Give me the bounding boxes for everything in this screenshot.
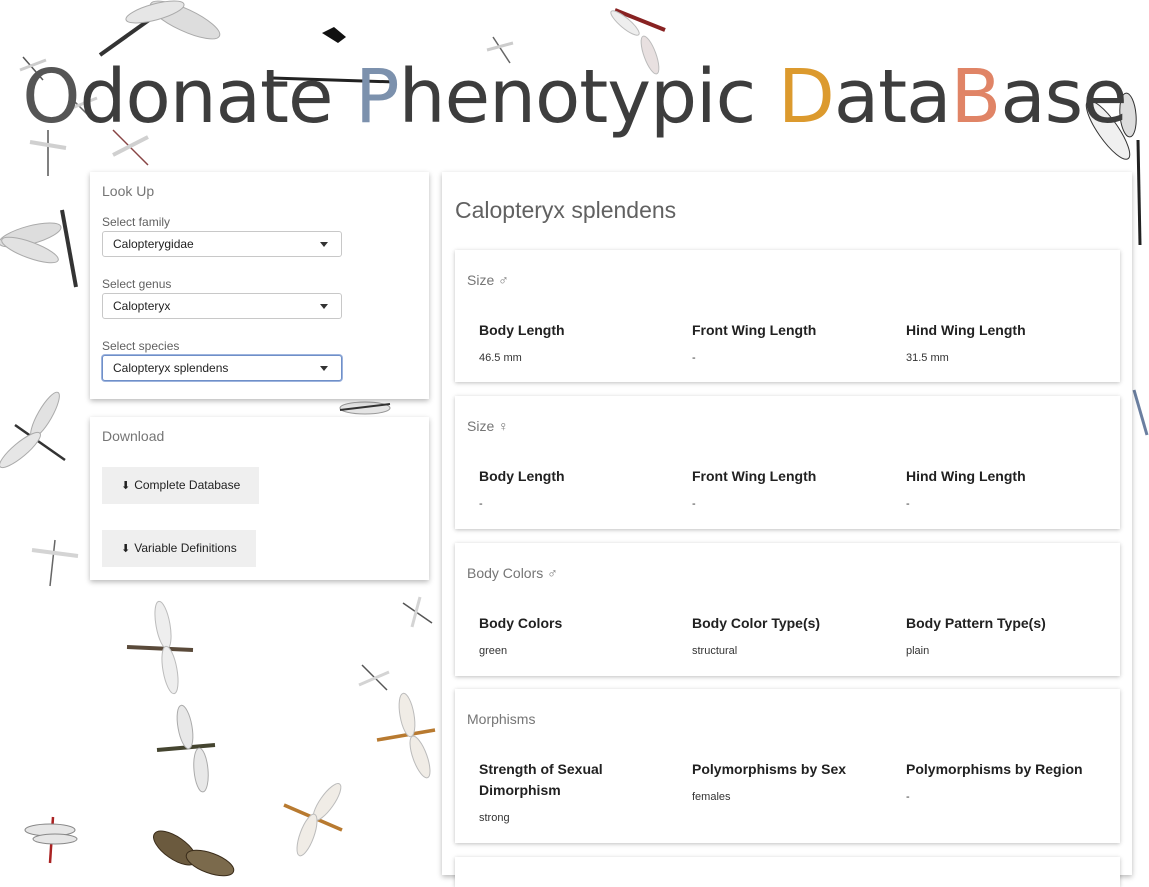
section-title: Size ♂ <box>467 272 509 288</box>
download-complete-label: Complete Database <box>134 478 241 492</box>
column-value: green <box>479 645 508 657</box>
column: Strength of Sexual Dimorphism strong <box>479 759 659 824</box>
column-header: Body Length <box>479 322 565 338</box>
dragonfly-image <box>1132 380 1149 440</box>
column: Body Length 46.5 mm <box>479 320 669 364</box>
column-value: - <box>479 498 483 510</box>
dragonfly-image <box>0 205 95 290</box>
section-body-colors-male: Body Colors ♂ Body Colors green Body Col… <box>455 543 1120 676</box>
column-header: Body Length <box>479 468 565 484</box>
title-letter: O <box>22 54 80 140</box>
family-select-value: Calopterygidae <box>113 237 194 251</box>
column: Front Wing Length - <box>692 466 882 510</box>
dragonfly-image <box>125 600 195 695</box>
column-value: - <box>906 498 910 510</box>
column-header: Body Colors <box>479 615 563 631</box>
column: Polymorphisms by Region - <box>906 759 1096 803</box>
section-size-male: Size ♂ Body Length 46.5 mm Front Wing Le… <box>455 250 1120 382</box>
caret-down-icon <box>320 366 328 371</box>
column-header: Front Wing Length <box>692 468 817 484</box>
column-header: Body Color Type(s) <box>692 615 821 631</box>
dragonfly-image <box>357 660 392 695</box>
dragonfly-image <box>400 595 435 630</box>
site-title: Odonate Phenotypic DataBase <box>0 52 1149 142</box>
title-letter: D <box>777 54 835 140</box>
species-title: Calopteryx splendens <box>455 197 677 223</box>
download-panel: Download ⬇ Complete Database ⬇ Variable De… <box>90 417 429 580</box>
caret-down-icon <box>320 304 328 309</box>
section-size-female: Size ♀ Body Length - Front Wing Length -… <box>455 396 1120 529</box>
species-select-value: Calopteryx splendens <box>113 361 229 375</box>
section-title: Size ♀ <box>467 418 509 434</box>
column: Polymorphisms by Sex females <box>692 759 882 803</box>
title-word: henotypic <box>398 54 778 140</box>
dragonfly-image <box>30 538 80 588</box>
title-word: ata <box>833 54 952 140</box>
download-icon: ⬇ <box>121 480 131 492</box>
column-value: - <box>906 791 910 803</box>
download-icon: ⬇ <box>121 543 131 555</box>
family-label: Select family <box>102 215 171 229</box>
caret-down-icon <box>320 242 328 247</box>
column-header: Front Wing Length <box>692 322 817 338</box>
column-header: Polymorphisms by Region <box>906 761 1083 777</box>
column-header: Body Pattern Type(s) <box>906 615 1046 631</box>
genus-select-value: Calopteryx <box>113 299 171 313</box>
lookup-panel: Look Up Select family Calopterygidae Sel… <box>90 172 429 399</box>
title-letter: B <box>950 54 1002 140</box>
dragonfly-image <box>0 391 70 475</box>
lookup-title: Look Up <box>102 183 155 199</box>
column-value: strong <box>479 812 510 824</box>
column: Body Colors green <box>479 613 669 657</box>
column-header: Strength of Sexual Dimorphism <box>479 761 603 798</box>
title-word: ase <box>1000 54 1127 140</box>
column: Body Length - <box>479 466 669 510</box>
download-definitions-label: Variable Definitions <box>134 541 237 555</box>
section-morphisms: Morphisms Strength of Sexual Dimorphism … <box>455 689 1120 843</box>
dragonfly-image <box>150 828 235 877</box>
column-header: Polymorphisms by Sex <box>692 761 847 777</box>
dragonfly-image <box>335 398 395 418</box>
title-word: donate <box>79 54 356 140</box>
column: Hind Wing Length 31.5 mm <box>906 320 1096 364</box>
species-panel: Calopteryx splendens Size ♂ Body Length … <box>442 172 1132 887</box>
column: Body Color Type(s) structural <box>692 613 882 657</box>
genus-select[interactable]: Calopteryx <box>102 293 342 319</box>
dragonfly-image <box>24 815 85 865</box>
download-title: Download <box>102 428 165 444</box>
column-value: 46.5 mm <box>479 352 522 364</box>
species-label: Select species <box>102 339 180 353</box>
column: Body Pattern Type(s) plain <box>906 613 1096 657</box>
download-complete-database-button[interactable]: ⬇ Complete Database <box>102 467 260 504</box>
download-variable-definitions-button[interactable]: ⬇ Variable Definitions <box>102 530 256 567</box>
section-title: Morphisms <box>467 711 536 727</box>
column-value: 31.5 mm <box>906 352 949 364</box>
dragonfly-image <box>320 25 350 45</box>
family-select[interactable]: Calopterygidae <box>102 231 342 257</box>
column-value: - <box>692 498 696 510</box>
section-title: Body Colors ♂ <box>467 565 558 581</box>
title-letter: P <box>355 54 400 140</box>
column-header: Hind Wing Length <box>906 322 1026 338</box>
column: Hind Wing Length - <box>906 466 1096 510</box>
column-header: Hind Wing Length <box>906 468 1026 484</box>
section-next <box>455 857 1120 887</box>
column-value: plain <box>906 645 930 657</box>
column: Front Wing Length - <box>692 320 882 364</box>
column-value: females <box>692 791 731 803</box>
column-value: - <box>692 352 696 364</box>
dragonfly-image <box>375 692 440 780</box>
dragonfly-image <box>95 0 225 60</box>
column-value: structural <box>692 645 738 657</box>
genus-label: Select genus <box>102 277 172 291</box>
dragonfly-image <box>282 780 352 860</box>
dragonfly-image <box>155 704 220 793</box>
species-select[interactable]: Calopteryx splendens <box>102 355 342 381</box>
